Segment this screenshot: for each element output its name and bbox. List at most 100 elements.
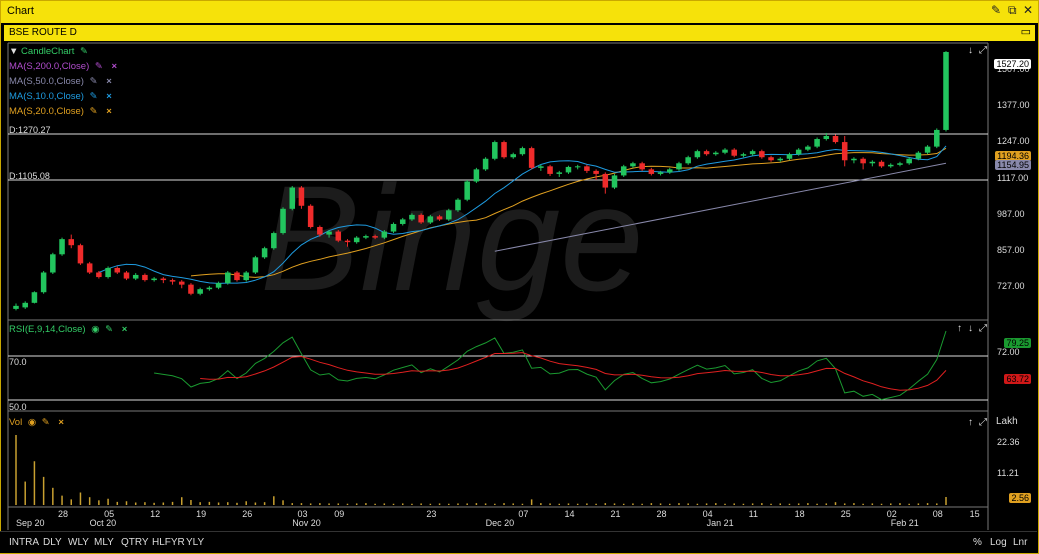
timeframe-wly[interactable]: WLY — [68, 537, 89, 548]
date-tick: Nov 20 — [292, 518, 321, 528]
candle-body — [271, 233, 277, 249]
hline-upper-label: D:1270.27 — [9, 125, 51, 135]
candle-body — [215, 283, 222, 288]
candle-body — [473, 169, 480, 182]
date-tick: 11 — [748, 509, 758, 519]
edit-pencil-icon[interactable]: ✎ — [90, 106, 98, 117]
timeframe-mly[interactable]: MLY — [94, 537, 114, 548]
candle-body — [160, 278, 167, 281]
indicator-ma20[interactable]: MA(S,20.0,Close) ✎ × — [9, 106, 112, 117]
expand-pane-icon[interactable]: ⤢ — [979, 45, 987, 56]
candle-body — [657, 172, 664, 174]
indicator-label: MA(S,50.0,Close) — [9, 76, 84, 87]
price-tick: 857.00 — [997, 245, 1025, 255]
candle-body — [786, 154, 793, 159]
chart-canvas[interactable]: Binge — [0, 0, 1039, 554]
candle-body — [307, 205, 314, 227]
move-up-icon[interactable]: ↑ — [957, 323, 962, 334]
candle-body — [399, 219, 406, 224]
candle-body — [547, 166, 553, 174]
expand-arrow-icon[interactable]: ▼ — [9, 46, 18, 57]
edit-pencil-icon[interactable]: ✎ — [80, 46, 88, 57]
candle-body — [713, 152, 719, 155]
candle-body — [409, 214, 415, 220]
indicator-rsi[interactable]: RSI(E,9,14,Close) ◉ ✎ × — [9, 324, 127, 335]
timeframe-yly[interactable]: YLY — [186, 537, 204, 548]
candle-body — [934, 129, 940, 147]
candle-body — [344, 240, 351, 243]
date-tick: Feb 21 — [890, 518, 919, 528]
percent-scale-button[interactable]: % — [973, 537, 982, 548]
rsi-signal-badge: 63.72 — [1004, 374, 1031, 384]
remove-x-icon[interactable]: × — [58, 417, 64, 428]
candle-body — [703, 151, 710, 155]
candle-body — [418, 214, 424, 223]
price-tick: 727.00 — [997, 281, 1025, 291]
candle-body — [667, 169, 673, 173]
candle-body — [759, 151, 765, 158]
remove-x-icon[interactable]: × — [106, 106, 112, 117]
candle-body — [86, 263, 93, 273]
candle-body — [943, 51, 949, 130]
timeframe-hlfyr[interactable]: HLFYR — [152, 537, 185, 548]
expand-pane-icon[interactable]: ⤢ — [979, 417, 987, 428]
candle-body — [630, 163, 636, 167]
log-scale-button[interactable]: Log — [990, 537, 1007, 548]
date-tick: 28 — [656, 509, 667, 519]
volume-tick: 22.36 — [997, 437, 1020, 447]
edit-pencil-icon[interactable]: ✎ — [90, 91, 98, 102]
candle-body — [123, 272, 130, 279]
indicator-label: Vol — [9, 417, 23, 428]
remove-x-icon[interactable]: × — [106, 76, 112, 87]
edit-pencil-icon[interactable]: ✎ — [42, 417, 50, 428]
indicator-label: MA(S,200.0,Close) — [9, 61, 90, 72]
rsi-series — [154, 330, 947, 401]
expand-pane-icon[interactable]: ⤢ — [979, 323, 987, 334]
candle-body — [823, 136, 830, 140]
candle-body — [685, 157, 691, 164]
indicator-volume[interactable]: Vol ◉ ✎ × — [9, 417, 64, 428]
edit-pencil-icon[interactable]: ✎ — [95, 61, 103, 72]
visibility-eye-icon[interactable]: ◉ — [91, 324, 99, 335]
date-tick: 19 — [196, 509, 207, 519]
candle-body — [722, 149, 728, 153]
indicator-ma50[interactable]: MA(S,50.0,Close) ✎ × — [9, 76, 112, 87]
indicator-ma200[interactable]: MA(S,200.0,Close) ✎ × — [9, 61, 117, 72]
timeframe-qtry[interactable]: QTRY — [121, 537, 149, 548]
ma-value-badge: 1154.95 — [995, 160, 1031, 170]
candle-body — [289, 187, 295, 209]
visibility-eye-icon[interactable]: ◉ — [28, 417, 36, 428]
candle-body — [169, 280, 176, 282]
candle-body — [446, 210, 452, 220]
edit-pencil-icon[interactable]: ✎ — [90, 76, 98, 87]
date-tick: 08 — [932, 509, 943, 519]
candle-body — [151, 278, 157, 281]
rsi-value-badge: 79.25 — [1004, 338, 1031, 348]
last-price-badge: 1527.20 — [994, 59, 1031, 69]
candle-body — [584, 166, 590, 171]
timeframe-dly[interactable]: DLY — [43, 537, 62, 548]
remove-x-icon[interactable]: × — [106, 91, 112, 102]
timeframe-intra[interactable]: INTRA — [9, 537, 39, 548]
rsi-axis-tick: 72.00 — [997, 347, 1020, 357]
candle-body — [694, 151, 701, 158]
move-up-icon[interactable]: ↑ — [968, 417, 973, 428]
volume-value-badge: 2.56 — [1009, 493, 1031, 503]
move-down-icon[interactable]: ↓ — [968, 45, 973, 56]
indicator-candlechart[interactable]: ▼ CandleChart ✎ — [9, 46, 88, 57]
date-tick: 15 — [969, 509, 980, 519]
price-tick: 1377.00 — [997, 100, 1030, 110]
remove-x-icon[interactable]: × — [112, 61, 118, 72]
candle-body — [538, 166, 544, 168]
date-tick: 03 — [297, 509, 308, 519]
remove-x-icon[interactable]: × — [122, 324, 128, 335]
date-tick: 12 — [150, 509, 161, 519]
move-down-icon[interactable]: ↓ — [968, 323, 973, 334]
candle-body — [501, 142, 507, 158]
candle-body — [455, 199, 461, 211]
indicator-ma10[interactable]: MA(S,10.0,Close) ✎ × — [9, 91, 112, 102]
linear-scale-button[interactable]: Lnr — [1013, 537, 1027, 548]
date-tick: 23 — [426, 509, 437, 519]
edit-pencil-icon[interactable]: ✎ — [105, 324, 113, 335]
candle-body — [225, 272, 231, 284]
